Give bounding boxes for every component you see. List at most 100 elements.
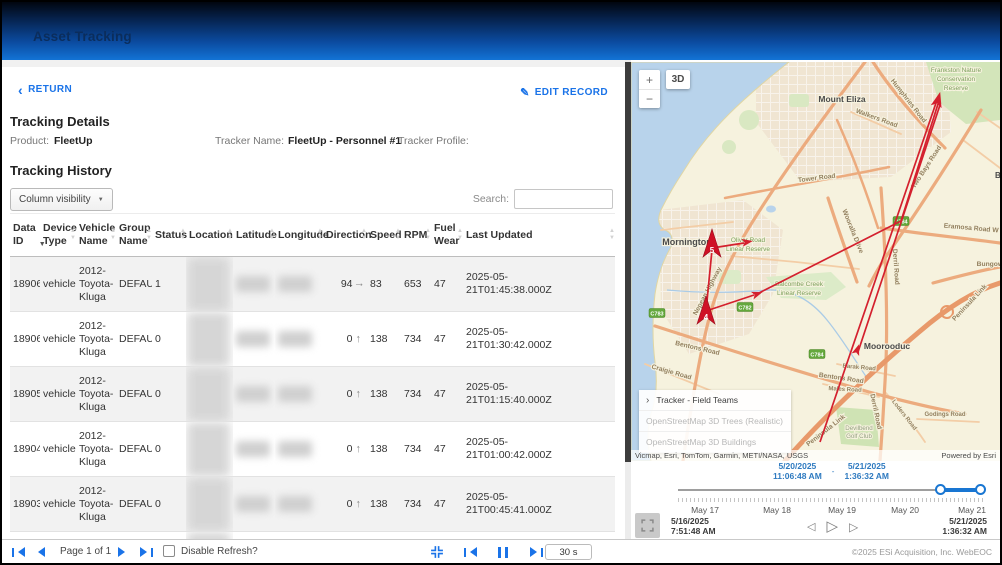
zoom-in-button[interactable]: +: [639, 70, 660, 89]
time-slider-panel: 5/20/202511:06:48 AM - 5/21/20251:36:32 …: [631, 461, 1000, 539]
cell-longitude: [275, 477, 323, 531]
column-header-group-name[interactable]: Group Name▲▼: [116, 214, 152, 256]
cell-fuel-wear: 47: [431, 312, 463, 366]
tick-label: May 21: [942, 505, 1000, 515]
disable-refresh-checkbox[interactable]: Disable Refresh?: [163, 545, 258, 557]
column-header-fuel-wear[interactable]: Fuel Wear▲▼: [431, 214, 463, 256]
cell-direction: 0 ↑: [323, 312, 367, 366]
map-label-moorooduc: Moorooduc: [864, 341, 911, 351]
edit-record-button[interactable]: ✎ EDIT RECORD: [520, 86, 608, 99]
cell-speed: 83: [367, 257, 401, 311]
cell-device-type: vehicle: [40, 257, 76, 311]
map-label-bungower: Bungower: [977, 261, 1000, 268]
cell-data-id: 189037: [10, 477, 40, 531]
timeline-min-date: 5/16/20257:51:48 AM: [671, 516, 716, 536]
zoom-out-button[interactable]: −: [639, 89, 660, 108]
svg-text:Linear Reserve: Linear Reserve: [777, 290, 821, 297]
column-visibility-button[interactable]: Column visibility ▼: [10, 188, 113, 211]
table-row[interactable]: 189053 vehicle 2012-Toyota-Kluga DEFAULT…: [10, 367, 615, 422]
page-indicator: Page 1 of 1: [60, 546, 111, 557]
refresh-interval-input[interactable]: [545, 544, 592, 560]
svg-text:Golf Club: Golf Club: [846, 433, 872, 440]
cell-data-id: 189069: [10, 257, 40, 311]
map-pond: [766, 206, 776, 213]
screenshot-frame: Asset Tracking ‹ RETURN ✎ EDIT RECORD Tr…: [0, 0, 1002, 565]
last-page-button[interactable]: [140, 540, 153, 563]
column-header-last-updated[interactable]: Last Updated▲▼: [463, 214, 615, 256]
table-row[interactable]: 189037 vehicle 2012-Toyota-Kluga DEFAULT…: [10, 477, 615, 532]
map-label-mount-eliza: Mount Eliza: [818, 94, 865, 104]
search-input[interactable]: [514, 189, 613, 209]
svg-text:Conservation: Conservation: [937, 76, 976, 83]
cell-status: 1: [152, 257, 186, 311]
step-back-button[interactable]: ◁: [807, 520, 815, 534]
map[interactable]: C783 C782 C784 C784 Mount Eliza Morningt…: [631, 62, 1000, 461]
table-row[interactable]: 189060 vehicle 2012-Toyota-Kluga DEFAULT…: [10, 312, 615, 367]
column-header-latitude[interactable]: Latitude▲▼: [233, 214, 275, 256]
previous-page-button[interactable]: [38, 540, 45, 563]
column-header-speed[interactable]: Speed▲▼: [367, 214, 401, 256]
column-header-direction[interactable]: Direction▲▼: [323, 214, 367, 256]
first-page-button[interactable]: [12, 540, 25, 563]
redacted-location: [187, 422, 230, 476]
expand-timeline-button[interactable]: [635, 513, 660, 538]
refresh-pause-button[interactable]: [498, 540, 508, 563]
time-slider-handle-start[interactable]: [935, 484, 946, 495]
column-header-vehicle-name[interactable]: Vehicle Name▲▼: [76, 214, 116, 256]
play-button[interactable]: ▷: [826, 520, 838, 534]
refresh-skip-forward-button[interactable]: [530, 540, 543, 563]
cell-device-type: vehicle: [40, 477, 76, 531]
page-title: Asset Tracking: [33, 29, 132, 44]
column-header-longitude[interactable]: Longitude▲▼: [275, 214, 323, 256]
map-3d-button[interactable]: 3D: [666, 70, 690, 89]
redacted-location: [187, 257, 230, 311]
next-page-button[interactable]: [118, 540, 125, 563]
tracking-history-heading: Tracking History: [10, 163, 112, 178]
cell-vehicle-name: 2012-Toyota-Kluga: [76, 367, 116, 421]
road-shield: C784: [810, 352, 824, 358]
cell-vehicle-name: 2012-Toyota-Kluga: [76, 257, 116, 311]
column-header-data-id[interactable]: Data ID▼: [10, 214, 40, 256]
layer-osm-3d-trees[interactable]: OpenStreetMap 3D Trees (Realistic): [639, 411, 791, 432]
cell-group-name: DEFAULT: [116, 477, 152, 531]
column-header-status[interactable]: Status▲▼: [152, 214, 186, 256]
cell-group-name: DEFAULT: [116, 367, 152, 421]
product-label: Product:: [10, 135, 49, 147]
cell-device-type: vehicle: [40, 312, 76, 366]
copyright-text: ©2025 ESi Acquisition, Inc. WebEOC: [852, 547, 992, 557]
column-header-rpm[interactable]: RPM▲▼: [401, 214, 431, 256]
attribution-sources: Vicmap, Esri, TomTom, Garmin, METI/NASA,…: [635, 451, 808, 460]
checkbox-icon[interactable]: [163, 545, 175, 557]
layer-tracker-field-teams[interactable]: › Tracker - Field Teams: [639, 390, 791, 411]
cell-speed: 138: [367, 422, 401, 476]
table-row[interactable]: 189069 vehicle 2012-Toyota-Kluga DEFAULT…: [10, 257, 615, 312]
cell-longitude: [275, 367, 323, 421]
redacted-longitude: [278, 496, 312, 512]
refresh-now-button[interactable]: [430, 540, 444, 563]
redacted-location: [187, 312, 230, 366]
cell-last-updated: 2025-05-21T01:45:38.000Z: [463, 257, 615, 311]
cell-latitude: [233, 477, 275, 531]
caret-down-icon: ▼: [98, 197, 104, 203]
cell-fuel-wear: 47: [431, 477, 463, 531]
column-header-location[interactable]: Location▲▼: [186, 214, 233, 256]
table-row[interactable]: 189044 vehicle 2012-Toyota-Kluga DEFAULT…: [10, 422, 615, 477]
tracker-name-value: FleetUp - Personnel #1: [288, 135, 401, 147]
time-slider-handle-end[interactable]: [975, 484, 986, 495]
cell-fuel-wear: 47: [431, 367, 463, 421]
pencil-icon: ✎: [520, 86, 530, 99]
redacted-location: [187, 367, 230, 421]
tracking-panel: ‹ RETURN ✎ EDIT RECORD Tracking Details …: [2, 60, 625, 539]
refresh-skip-back-button[interactable]: [464, 540, 477, 563]
cell-data-id: 189060: [10, 312, 40, 366]
cell-rpm: 734: [401, 367, 431, 421]
selected-time-range: 5/20/202511:06:48 AM - 5/21/20251:36:32 …: [751, 462, 911, 481]
time-slider-selected-segment[interactable]: [940, 488, 980, 492]
return-button[interactable]: ‹ RETURN: [18, 84, 72, 95]
step-forward-button[interactable]: ▷: [849, 520, 858, 534]
table-row-partial[interactable]: 2012-: [10, 532, 615, 539]
cell-direction: 0 ↑: [323, 477, 367, 531]
column-header-device-type[interactable]: Device Type▲▼: [40, 214, 76, 256]
redacted-latitude: [236, 441, 270, 457]
details-meta-row: Product: FleetUp Tracker Name: FleetUp -…: [2, 135, 625, 149]
